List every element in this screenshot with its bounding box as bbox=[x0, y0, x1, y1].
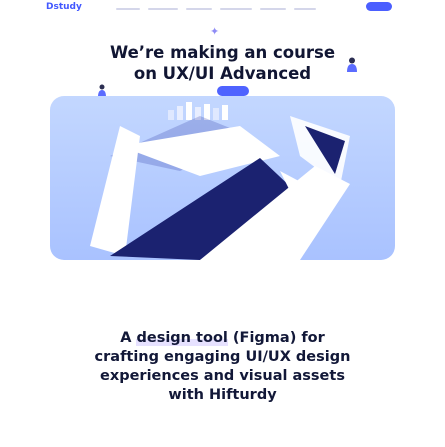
description-suffix: (Figma) for bbox=[227, 330, 325, 346]
logo-text: Dstudy bbox=[46, 2, 82, 12]
nav-link[interactable] bbox=[116, 8, 140, 10]
nav-link[interactable] bbox=[220, 8, 252, 10]
description-line: experiences and visual assets bbox=[100, 368, 345, 384]
description-line: A design tool (Figma) for bbox=[40, 329, 405, 348]
nav-link[interactable] bbox=[260, 8, 286, 10]
headline-line: We’re making an course bbox=[109, 43, 336, 62]
description-line: crafting engaging UI/UX design bbox=[94, 349, 351, 365]
hero-illustration bbox=[50, 96, 395, 260]
sparkle-icon: ✦ bbox=[210, 25, 220, 38]
top-bar: Dstudy bbox=[0, 0, 445, 20]
headline: We’re making an course on UX/UI Advanced bbox=[0, 42, 445, 84]
nav-link[interactable] bbox=[294, 8, 316, 10]
cta-button[interactable] bbox=[366, 2, 392, 11]
description-prefix: A bbox=[120, 330, 137, 346]
nav-link[interactable] bbox=[186, 8, 212, 10]
description-line: with Hifturdy bbox=[168, 387, 277, 403]
headline-line: on UX/UI Advanced bbox=[133, 64, 312, 83]
course-description: A design tool (Figma) for crafting engag… bbox=[40, 329, 405, 405]
brand-logo[interactable]: Dstudy bbox=[46, 2, 82, 12]
ui-tag-badge bbox=[217, 86, 249, 96]
hero-graphic bbox=[90, 102, 350, 260]
highlighted-phrase: design tool bbox=[136, 330, 228, 346]
arrow-shapes bbox=[90, 116, 350, 260]
nav-link[interactable] bbox=[148, 8, 178, 10]
